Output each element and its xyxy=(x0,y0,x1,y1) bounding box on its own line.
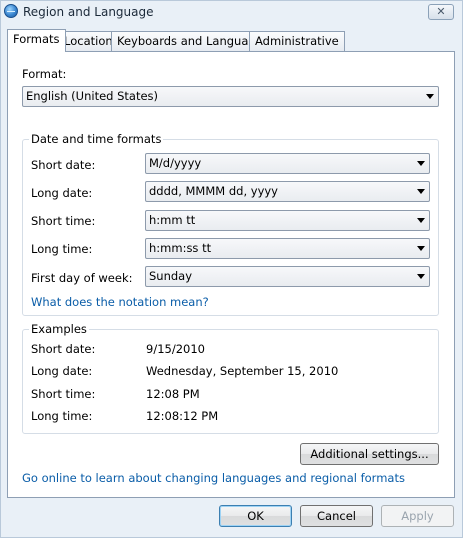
format-value: English (United States) xyxy=(26,89,159,103)
long-date-dropdown[interactable]: dddd, MMMM dd, yyyy xyxy=(145,181,430,202)
long-date-value: dddd, MMMM dd, yyyy xyxy=(149,184,278,198)
long-time-label: Long time: xyxy=(31,242,93,256)
chevron-down-icon xyxy=(417,274,425,279)
date-time-formats-title: Date and time formats xyxy=(29,132,164,146)
ok-button[interactable]: OK xyxy=(219,505,292,527)
format-label: Format: xyxy=(22,67,67,81)
chevron-down-icon xyxy=(426,94,434,99)
example-short-date-value: 9/15/2010 xyxy=(146,342,205,356)
close-icon: ✕ xyxy=(436,5,446,18)
short-date-value: M/d/yyyy xyxy=(149,156,202,170)
example-long-date-label: Long date: xyxy=(31,364,93,378)
notation-help-link[interactable]: What does the notation mean? xyxy=(31,295,209,309)
window-title: Region and Language xyxy=(23,5,154,19)
example-short-time-value: 12:08 PM xyxy=(146,387,200,401)
globe-icon xyxy=(4,4,18,18)
close-button[interactable]: ✕ xyxy=(428,4,454,20)
short-time-value: h:mm tt xyxy=(149,213,196,227)
online-help-link[interactable]: Go online to learn about changing langua… xyxy=(22,471,405,485)
apply-button[interactable]: Apply xyxy=(381,505,454,527)
format-dropdown[interactable]: English (United States) xyxy=(22,86,439,107)
first-day-of-week-value: Sunday xyxy=(149,269,193,283)
short-date-dropdown[interactable]: M/d/yyyy xyxy=(145,153,430,174)
example-long-date-value: Wednesday, September 15, 2010 xyxy=(146,364,339,378)
chevron-down-icon xyxy=(417,246,425,251)
tab-location[interactable]: Location xyxy=(58,31,119,51)
examples-title: Examples xyxy=(29,322,89,336)
chevron-down-icon xyxy=(417,189,425,194)
additional-settings-button[interactable]: Additional settings... xyxy=(300,443,439,465)
region-language-dialog: Region and Language ✕ Formats Location K… xyxy=(0,0,463,538)
long-date-label: Long date: xyxy=(31,186,93,200)
title-bar: Region and Language ✕ xyxy=(1,1,462,25)
first-day-of-week-label: First day of week: xyxy=(31,271,133,285)
short-time-label: Short time: xyxy=(31,214,96,228)
example-short-time-label: Short time: xyxy=(31,387,96,401)
tab-formats[interactable]: Formats xyxy=(7,29,66,52)
formats-tab-panel: Format: English (United States) Date and… xyxy=(7,51,455,498)
cancel-button[interactable]: Cancel xyxy=(300,505,373,527)
example-long-time-value: 12:08:12 PM xyxy=(146,409,219,423)
tab-administrative[interactable]: Administrative xyxy=(249,31,345,51)
chevron-down-icon xyxy=(417,218,425,223)
example-short-date-label: Short date: xyxy=(31,342,96,356)
first-day-of-week-dropdown[interactable]: Sunday xyxy=(145,266,430,287)
short-date-label: Short date: xyxy=(31,158,96,172)
example-long-time-label: Long time: xyxy=(31,409,93,423)
short-time-dropdown[interactable]: h:mm tt xyxy=(145,210,430,231)
chevron-down-icon xyxy=(417,161,425,166)
long-time-value: h:mm:ss tt xyxy=(149,241,212,255)
long-time-dropdown[interactable]: h:mm:ss tt xyxy=(145,238,430,259)
